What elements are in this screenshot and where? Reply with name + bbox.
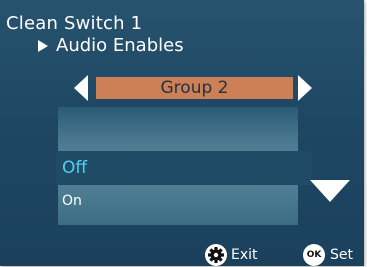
group-selector[interactable]: Group 2 [96,77,293,99]
breadcrumb-label: Audio Enables [56,35,184,56]
device-screen: Clean Switch 1 Audio Enables Group 2 Off… [0,0,364,266]
arrow-right-icon[interactable] [298,75,312,101]
arrow-down-icon[interactable] [310,180,350,202]
set-button[interactable]: OK Set [303,243,353,266]
ok-icon: OK [303,244,325,266]
menu-breadcrumb: Audio Enables [38,36,184,56]
gear-icon [205,244,227,266]
option-off[interactable]: Off [56,151,312,185]
option-on[interactable]: On [62,192,82,210]
triangle-right-icon [38,40,48,52]
arrow-left-icon[interactable] [74,75,88,101]
page-title: Clean Switch 1 [6,13,143,34]
exit-label: Exit [231,247,258,263]
set-label: Set [330,247,353,263]
exit-button[interactable]: Exit [205,243,258,266]
